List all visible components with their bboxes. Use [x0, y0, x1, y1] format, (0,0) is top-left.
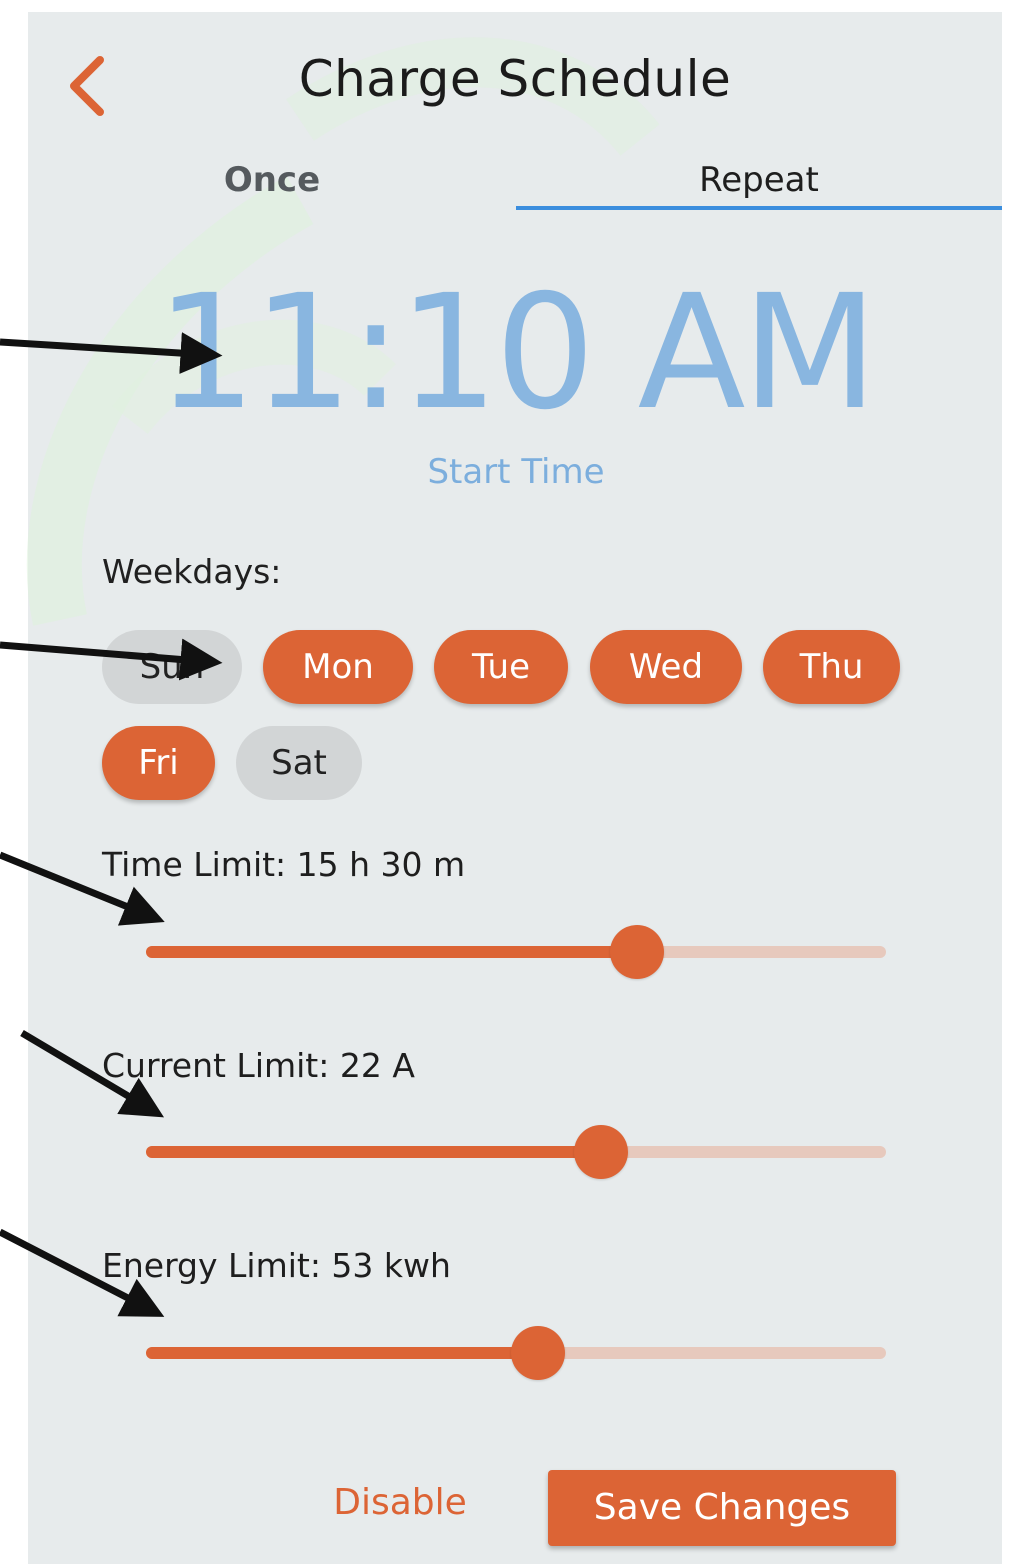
current-limit-label: Current Limit: 22 A	[102, 1046, 415, 1085]
time-limit-label: Time Limit: 15 h 30 m	[102, 845, 466, 884]
slider-fill	[146, 1347, 539, 1359]
energy-limit-slider[interactable]	[146, 1323, 886, 1383]
save-changes-button[interactable]: Save Changes	[548, 1470, 896, 1546]
day-chip-sat[interactable]: Sat	[236, 726, 362, 800]
weekdays-label: Weekdays:	[102, 552, 282, 591]
slider-fill	[146, 946, 638, 958]
disable-button[interactable]: Disable	[310, 1482, 490, 1523]
tab-repeat[interactable]: Repeat	[516, 160, 1002, 212]
day-chip-mon[interactable]: Mon	[263, 630, 413, 704]
tab-once[interactable]: Once	[28, 160, 516, 212]
current-limit-slider[interactable]	[146, 1122, 886, 1182]
tab-selected-indicator	[516, 206, 1002, 210]
chevron-left-icon	[70, 56, 104, 116]
day-chip-fri[interactable]: Fri	[102, 726, 215, 800]
energy-limit-label: Energy Limit: 53 kwh	[102, 1246, 451, 1285]
day-chip-tue[interactable]: Tue	[434, 630, 568, 704]
day-chip-sun[interactable]: Sun	[102, 630, 242, 704]
charge-schedule-screen: Charge Schedule Once Repeat 11:10 AM Sta…	[0, 0, 1012, 1564]
start-time-value[interactable]: 11:10 AM	[140, 268, 890, 438]
page-title: Charge Schedule	[298, 50, 732, 108]
slider-thumb[interactable]	[610, 925, 665, 979]
start-time-label: Start Time	[427, 452, 605, 492]
day-chip-thu[interactable]: Thu	[763, 630, 900, 704]
slider-thumb[interactable]	[511, 1326, 566, 1380]
slider-thumb[interactable]	[574, 1125, 629, 1179]
day-chip-wed[interactable]: Wed	[590, 630, 742, 704]
slider-fill	[146, 1146, 602, 1158]
time-limit-slider[interactable]	[146, 922, 886, 982]
back-button[interactable]	[50, 44, 120, 124]
